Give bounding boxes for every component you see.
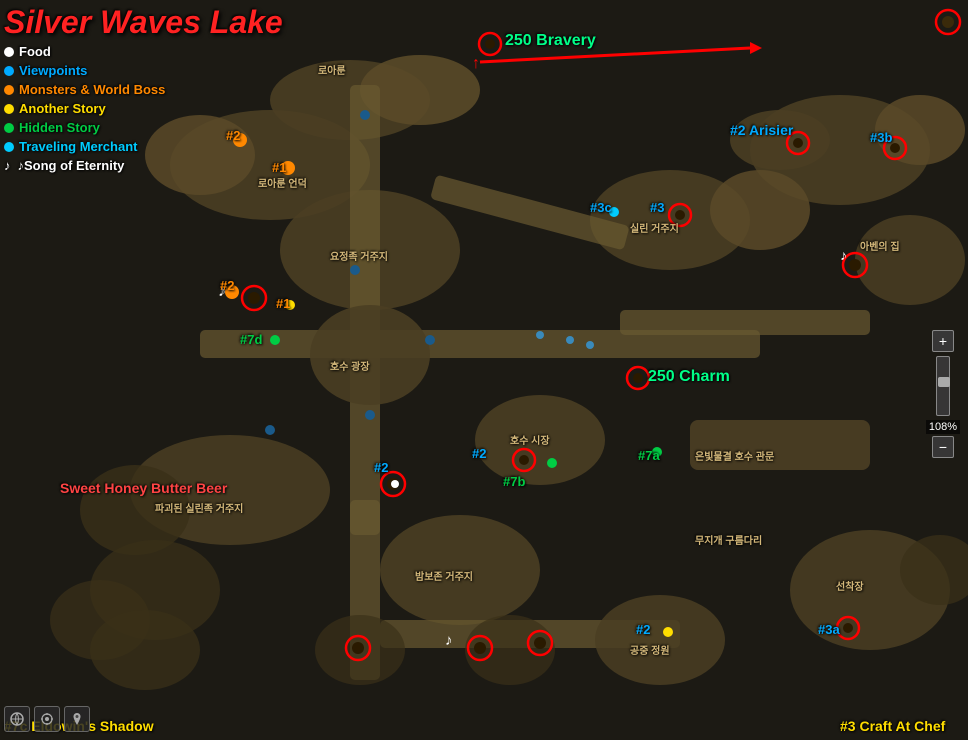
legend-viewpoints: Viewpoints xyxy=(4,63,165,78)
label-3c: #3c xyxy=(590,200,612,215)
label-7a: #7a xyxy=(638,448,660,463)
legend-food-label: Food xyxy=(19,44,51,59)
label-2-sweet: #2 xyxy=(374,460,388,475)
traveling-merchant-dot xyxy=(4,142,14,152)
label-2-garden: #2 xyxy=(636,622,650,637)
viewpoints-dot xyxy=(4,66,14,76)
legend-hidden-story-label: Hidden Story xyxy=(19,120,100,135)
label-num2-mid: #2 xyxy=(220,278,234,293)
legend-another-story-label: Another Story xyxy=(19,101,106,116)
craft-label: #3 Craft At Chef xyxy=(840,718,945,734)
legend-traveling-merchant: Traveling Merchant xyxy=(4,139,165,154)
svg-text:♪: ♪ xyxy=(445,632,453,649)
legend-viewpoints-label: Viewpoints xyxy=(19,63,87,78)
pin-button[interactable] xyxy=(64,706,90,732)
location-button[interactable] xyxy=(34,706,60,732)
label-2-hosu: #2 xyxy=(472,446,486,461)
label-7d: #7d xyxy=(240,332,262,347)
svg-text:↑: ↑ xyxy=(472,55,480,72)
zoom-level-label: 108% xyxy=(926,420,960,434)
arisier-label: #2 Arisier xyxy=(730,122,793,138)
monsters-dot xyxy=(4,85,14,95)
hidden-story-dot xyxy=(4,123,14,133)
legend-monsters-label: Monsters & World Boss xyxy=(19,82,165,97)
bravery-label: 250 Bravery xyxy=(505,32,596,50)
zoom-slider[interactable] xyxy=(936,356,950,416)
mini-controls xyxy=(4,706,90,732)
sweet-honey-label: Sweet Honey Butter Beer xyxy=(60,480,227,496)
legend-monsters: Monsters & World Boss xyxy=(4,82,165,97)
zoom-in-button[interactable]: + xyxy=(932,330,954,352)
map-legend: Food Viewpoints Monsters & World Boss An… xyxy=(4,44,165,173)
label-3: #3 xyxy=(650,200,664,215)
label-3a: #3a xyxy=(818,622,840,637)
label-3b: #3b xyxy=(870,130,892,145)
legend-song-label: ♪Song of Eternity xyxy=(18,158,125,173)
food-dot xyxy=(4,47,14,57)
legend-song: ♪ ♪Song of Eternity xyxy=(4,158,165,173)
globe-button[interactable] xyxy=(4,706,30,732)
label-num2-top: #2 xyxy=(226,128,240,143)
song-note-icon: ♪ xyxy=(4,158,11,173)
label-num1-mid: #1 xyxy=(276,296,290,311)
legend-traveling-merchant-label: Traveling Merchant xyxy=(19,139,137,154)
svg-text:♪: ♪ xyxy=(840,247,847,263)
map-container: ↑ xyxy=(0,0,968,740)
another-story-dot xyxy=(4,104,14,114)
label-num1-top: #1 xyxy=(272,160,286,175)
zoom-handle xyxy=(938,377,950,387)
legend-hidden-story: Hidden Story xyxy=(4,120,165,135)
charm-label: 250 Charm xyxy=(648,368,730,386)
label-7b: #7b xyxy=(503,474,525,489)
zoom-controls: + 108% − xyxy=(926,330,960,458)
zoom-out-button[interactable]: − xyxy=(932,436,954,458)
legend-food: Food xyxy=(4,44,165,59)
map-title: Silver Waves Lake xyxy=(4,4,283,41)
legend-another-story: Another Story xyxy=(4,101,165,116)
